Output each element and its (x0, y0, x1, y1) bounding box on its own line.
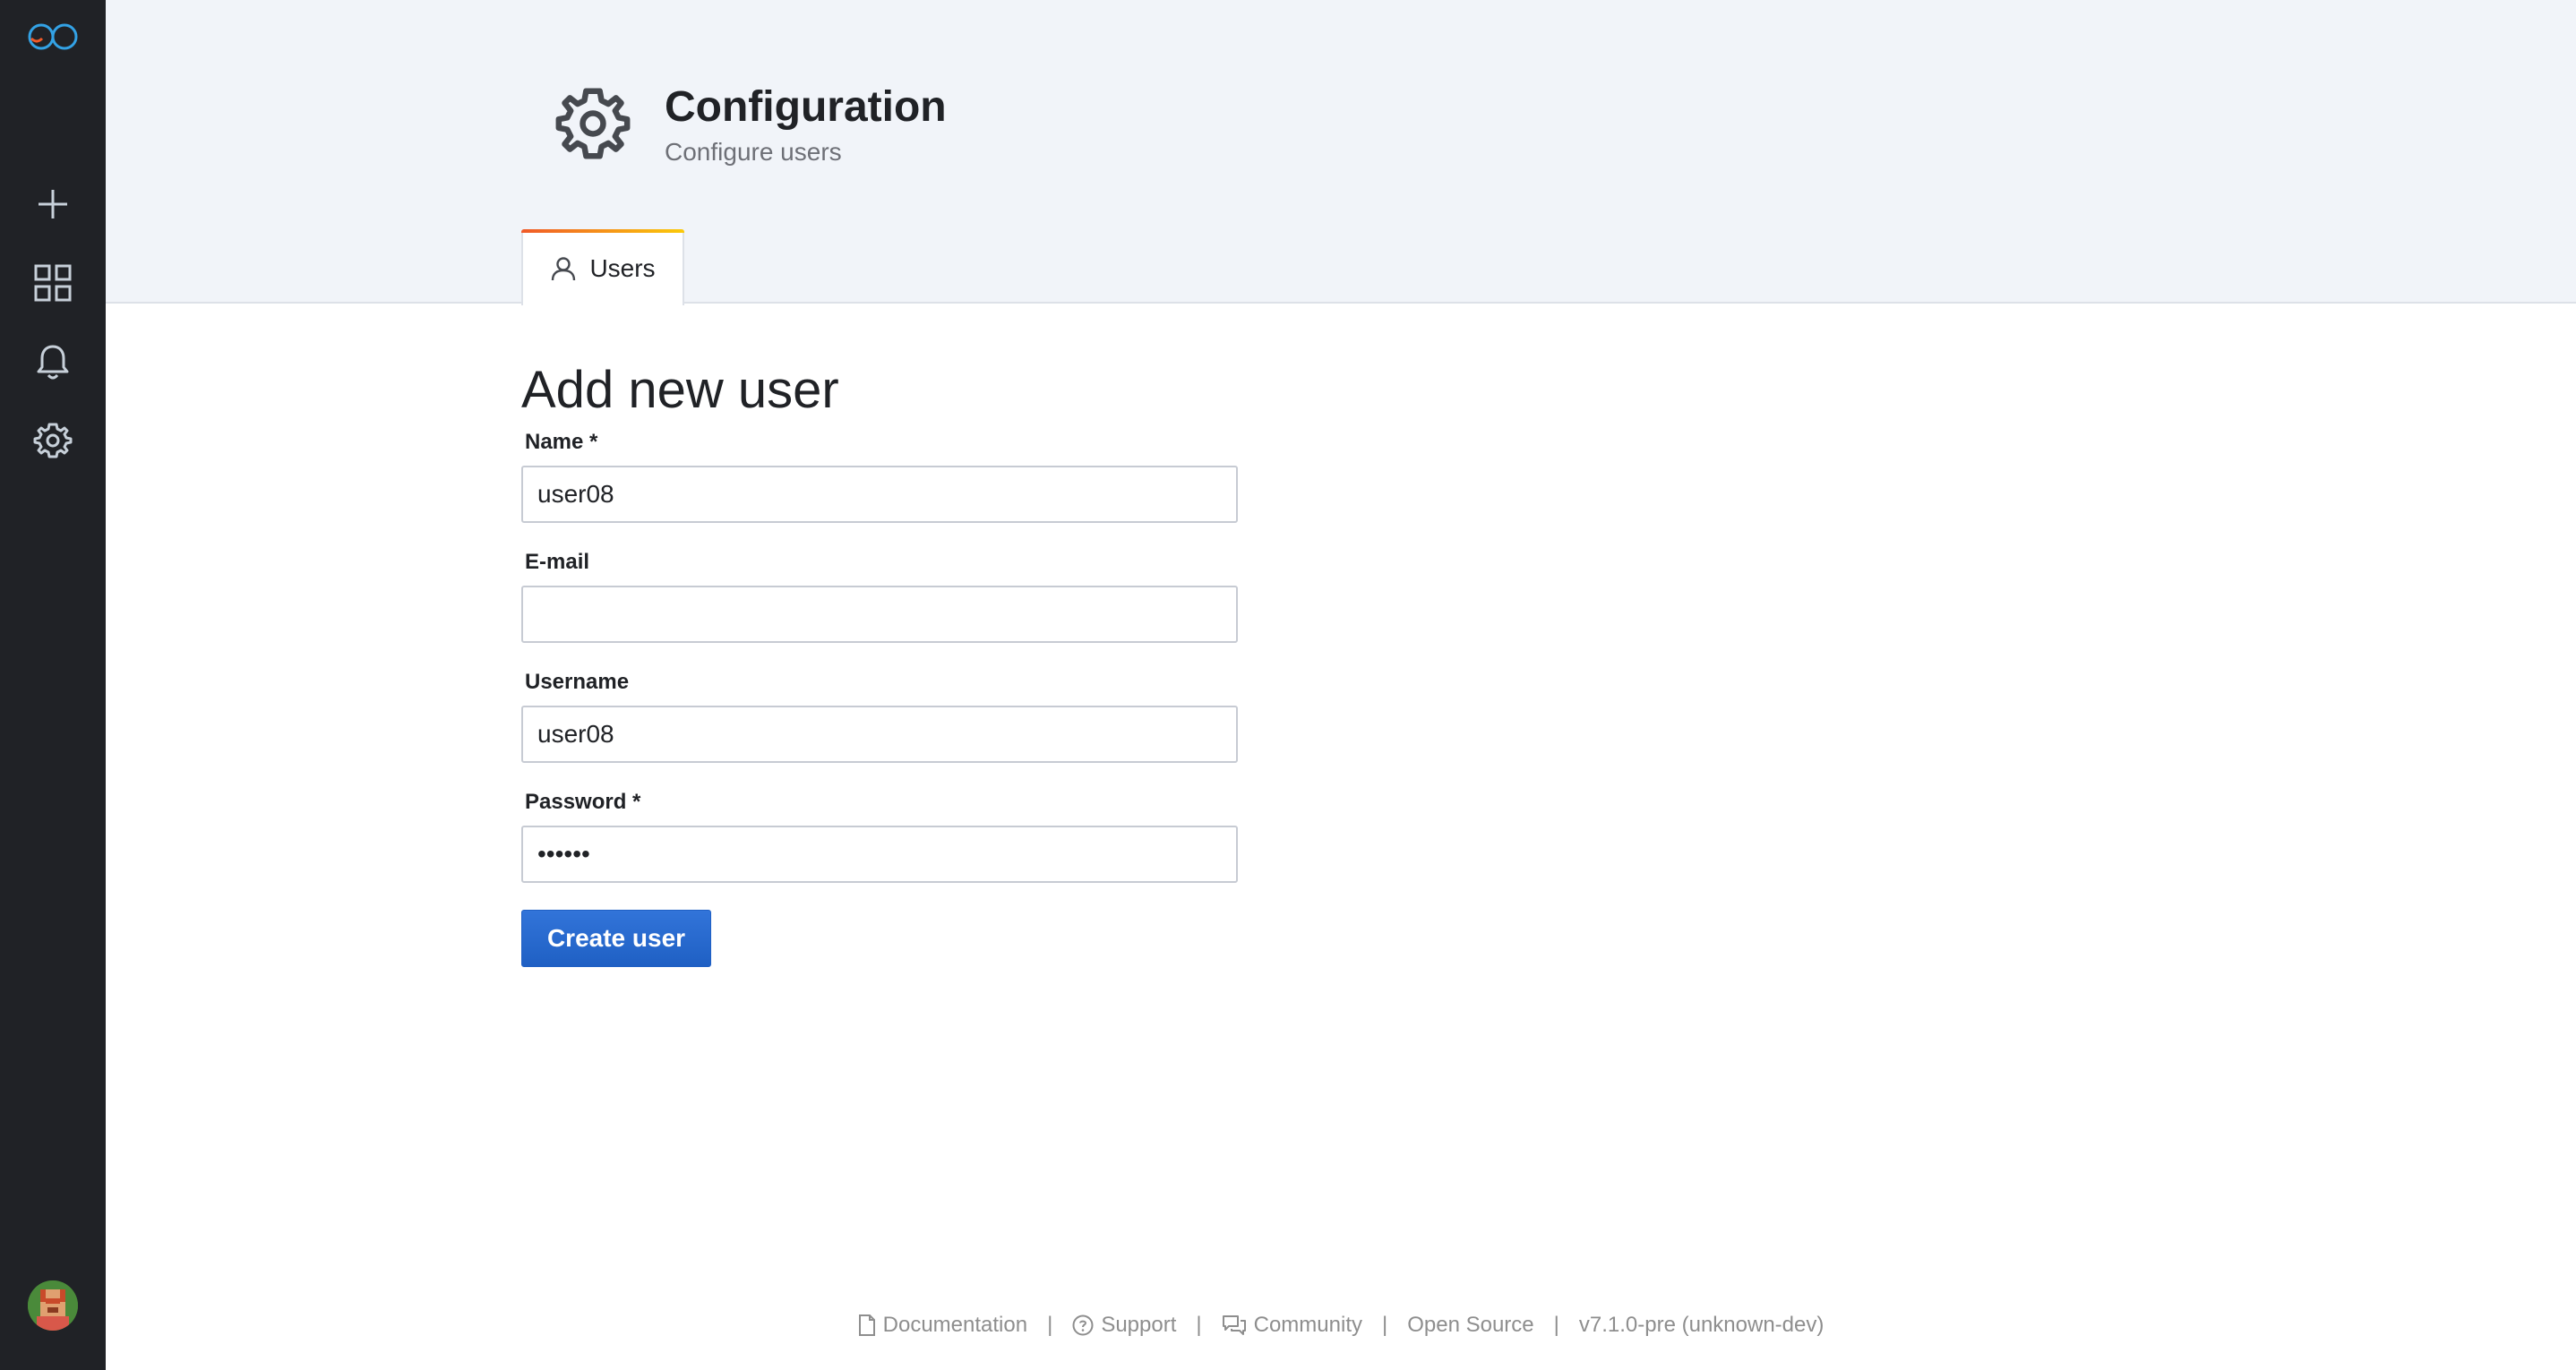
footer-separator: | (1196, 1313, 1202, 1337)
app-root: Configuration Configure users Users Add … (0, 0, 2576, 1370)
email-field-group: E-mail (521, 548, 1238, 643)
sidebar-item-configuration[interactable] (0, 401, 106, 480)
gear-icon (555, 88, 631, 159)
page-subtitle: Configure users (665, 138, 842, 166)
comments-icon (1222, 1315, 1246, 1335)
email-field[interactable] (521, 586, 1238, 643)
username-field-group: Username (521, 668, 1238, 763)
footer-separator: | (1047, 1313, 1053, 1337)
tab-label: Users (589, 253, 656, 282)
footer-link-documentation[interactable]: Documentation (858, 1313, 1027, 1338)
sidebar-item-alerting[interactable] (0, 322, 106, 401)
footer-link-open-source[interactable]: Open Source (1407, 1313, 1533, 1338)
plus-icon (39, 190, 67, 218)
footer-link-label: Support (1101, 1313, 1177, 1337)
sidebar-item-profile[interactable] (0, 1266, 106, 1345)
question-circle-icon (1072, 1314, 1094, 1336)
password-field-group: Password * (521, 788, 1238, 883)
document-icon (858, 1314, 875, 1336)
avatar (28, 1280, 78, 1331)
sidebar-item-dashboards[interactable] (0, 244, 106, 322)
footer: Documentation | Support | Community | Op… (106, 1307, 2576, 1343)
name-field[interactable] (521, 466, 1238, 523)
logo-icon (28, 23, 78, 50)
footer-link-label: Community (1253, 1313, 1362, 1337)
name-field-group: Name * (521, 428, 1238, 523)
add-user-form: Add new user Name * E-mail Username Pass… (521, 356, 1238, 967)
username-field[interactable] (521, 706, 1238, 763)
footer-separator: | (1553, 1313, 1559, 1337)
email-label: E-mail (525, 550, 590, 574)
version-label: v7.1.0-pre (unknown-dev) (1578, 1313, 1825, 1337)
footer-link-label: Open Source (1407, 1313, 1534, 1337)
name-label: Name * (525, 430, 598, 454)
gear-icon (33, 423, 73, 458)
password-label: Password * (525, 790, 641, 814)
footer-separator: | (1381, 1313, 1388, 1337)
page-header: Configuration Configure users Users (106, 0, 2576, 305)
username-label: Username (525, 670, 630, 694)
form-title: Add new user (521, 361, 839, 419)
grid-icon (34, 264, 72, 302)
sidebar-item-create[interactable] (0, 165, 106, 244)
home-logo-button[interactable] (0, 0, 106, 73)
create-user-button[interactable]: Create user (521, 910, 711, 967)
footer-link-community[interactable]: Community (1222, 1313, 1362, 1338)
tab-users[interactable]: Users (521, 229, 684, 305)
password-field[interactable] (521, 826, 1238, 883)
page-title: Configuration (665, 83, 947, 131)
user-icon (552, 256, 576, 280)
footer-link-support[interactable]: Support (1072, 1313, 1176, 1338)
sidebar (0, 0, 106, 1370)
footer-version: v7.1.0-pre (unknown-dev) (1579, 1313, 1824, 1338)
bell-icon (37, 345, 69, 380)
footer-link-label: Documentation (882, 1313, 1028, 1337)
